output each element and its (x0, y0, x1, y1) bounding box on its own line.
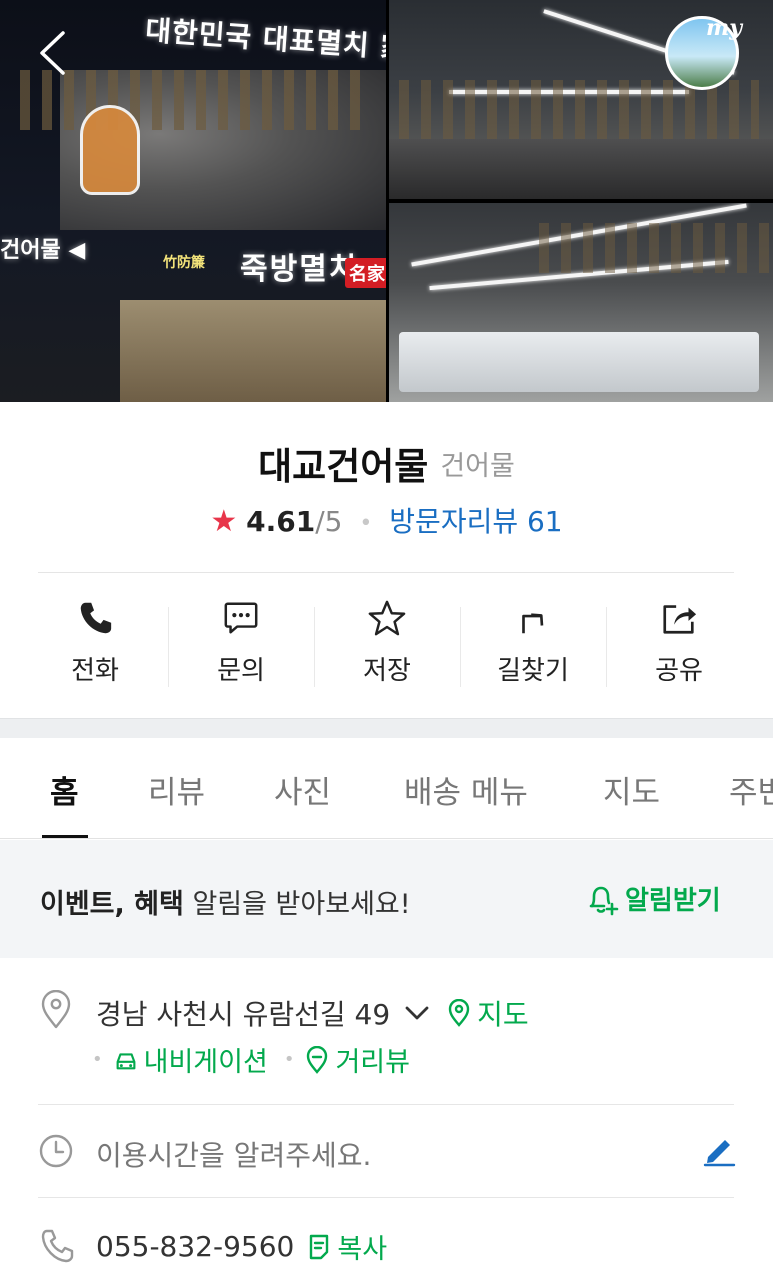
tab-delivery-menu[interactable]: 배송 메뉴 (404, 767, 528, 812)
map-link-label: 지도 (477, 998, 529, 1031)
tab-map[interactable]: 지도 (603, 767, 660, 812)
photo-sign-store: 죽방멸치 (240, 252, 359, 287)
notification-bold: 이벤트, 혜택 (40, 889, 184, 920)
tab-bar: 홈 리뷰 사진 배송 메뉴 지도 주변 (0, 739, 773, 839)
subscribe-alerts-label: 알림받기 (625, 886, 721, 916)
copy-phone-button[interactable]: 복사 (306, 1227, 387, 1266)
active-tab-indicator (42, 835, 88, 838)
address-text[interactable]: 경남 사천시 유람선길 49 (96, 993, 390, 1033)
tab-photos[interactable]: 사진 (274, 767, 331, 812)
section-gap (0, 718, 773, 738)
location-pin-icon (41, 990, 71, 1029)
separator-dot: • (92, 1049, 103, 1070)
separator-dot: • (359, 510, 373, 536)
bell-plus-icon (589, 886, 619, 915)
action-label: 저장 (363, 656, 411, 686)
interior-photo-2[interactable] (389, 203, 773, 402)
action-label: 길찾기 (497, 656, 569, 686)
hanging-fish-graphic (539, 223, 769, 273)
map-link[interactable]: 지도 (446, 993, 529, 1033)
street-view-link-label: 거리뷰 (335, 1047, 410, 1078)
divider (38, 572, 734, 573)
directions-icon (522, 613, 544, 634)
photo-sign-left: 건어물 ◀ (0, 238, 86, 263)
mascot-graphic (80, 105, 140, 195)
action-bar: 전화 문의 저장 길찾기 공유 (22, 595, 752, 691)
copy-label: 복사 (337, 1234, 388, 1265)
place-name: 대교건어물 (258, 445, 429, 488)
visitor-review-link[interactable]: 방문자리뷰 61 (389, 505, 562, 538)
rating-row: ★ 4.61/5 • 방문자리뷰 61 (0, 500, 773, 540)
my-label: my (705, 15, 742, 41)
phone-row: 055-832-9560 복사 (96, 1227, 387, 1266)
photo-sign-badge: 名家 (345, 258, 386, 288)
chevron-down-icon[interactable] (404, 1003, 430, 1023)
action-label: 문의 (217, 656, 265, 686)
share-button[interactable]: 공유 (606, 595, 752, 691)
navigation-link[interactable]: 내비게이션 (113, 1040, 268, 1079)
shelf-graphic (389, 139, 773, 199)
navigation-link-label: 내비게이션 (143, 1047, 268, 1078)
copy-icon (310, 1234, 329, 1259)
notification-text: 이벤트, 혜택 알림을 받아보세요! (40, 882, 411, 921)
photo-sign-main: 대한민국 대표멸치 家 대교건어 (144, 13, 386, 74)
notification-banner: 이벤트, 혜택 알림을 받아보세요! 알림받기 (0, 840, 773, 958)
rating-value: 4.61 (246, 505, 316, 538)
photo-gallery[interactable]: 대한민국 대표멸치 家 대교건어 건어물 ◀ 竹防簾 죽방멸치 名家 my (0, 0, 773, 402)
tab-nearby[interactable]: 주변 (729, 767, 773, 812)
pencil-icon[interactable] (701, 1132, 737, 1168)
phone-number[interactable]: 055-832-9560 (96, 1230, 294, 1263)
place-category: 건어물 (440, 450, 515, 482)
chat-icon (224, 602, 258, 634)
divider (38, 1104, 734, 1105)
rating-max: /5 (315, 505, 343, 538)
notification-rest: 알림을 받아보세요! (183, 889, 411, 920)
action-label: 전화 (71, 656, 119, 686)
chevron-left-icon (40, 31, 65, 75)
map-pin-icon (448, 999, 470, 1027)
car-icon (116, 1052, 136, 1069)
back-button[interactable] (30, 28, 74, 78)
inquiry-button[interactable]: 문의 (168, 595, 314, 691)
address-sub-links: • 내비게이션 • 거리뷰 (92, 1040, 426, 1079)
hours-placeholder: 이용시간을 알려주세요. (96, 1139, 372, 1172)
tab-home[interactable]: 홈 (50, 767, 79, 812)
star-rating-icon: ★ (210, 504, 238, 539)
my-profile-badge[interactable]: my (665, 15, 742, 90)
tab-reviews[interactable]: 리뷰 (148, 767, 205, 812)
phone-icon (80, 602, 112, 634)
place-title-row: 대교건어물 건어물 (0, 436, 773, 490)
separator-dot: • (283, 1049, 295, 1070)
divider (38, 1197, 734, 1198)
hanging-fish-graphic (20, 70, 370, 130)
freezer-graphic (399, 332, 759, 392)
clock-icon (39, 1134, 73, 1168)
action-label: 공유 (655, 656, 703, 686)
street-view-icon (307, 1045, 328, 1074)
photo-sign-small: 竹防簾 (163, 255, 205, 271)
directions-button[interactable]: 길찾기 (460, 595, 606, 691)
address-row: 경남 사천시 유람선길 49 지도 (96, 993, 529, 1033)
share-icon (663, 605, 697, 634)
phone-outline-icon (41, 1229, 74, 1263)
subscribe-alerts-button[interactable]: 알림받기 (585, 880, 721, 917)
call-button[interactable]: 전화 (22, 595, 168, 691)
shop-window-graphic (120, 300, 386, 402)
street-view-link[interactable]: 거리뷰 (304, 1040, 410, 1079)
star-icon (368, 600, 406, 636)
save-button[interactable]: 저장 (314, 595, 460, 691)
